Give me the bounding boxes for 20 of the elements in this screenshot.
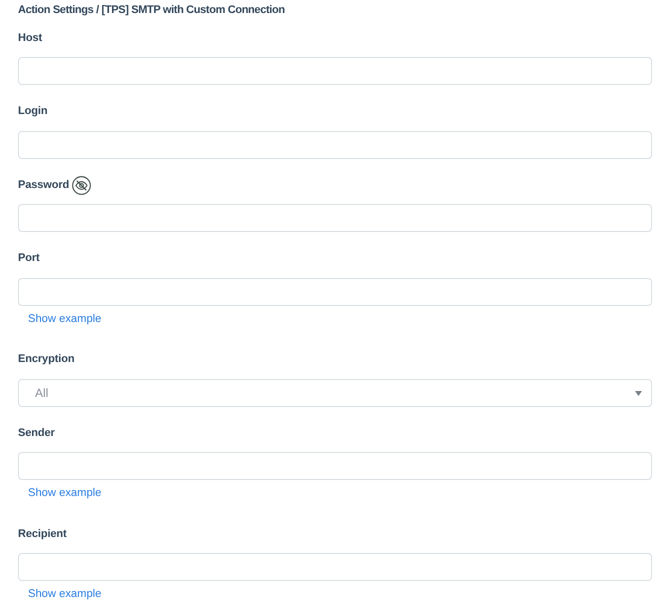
show-example-link[interactable]: Show example bbox=[28, 486, 102, 501]
field-label: Port bbox=[18, 251, 40, 266]
page-title: Action Settings / [TPS] SMTP with Custom Connection bbox=[18, 2, 285, 18]
show-example-link[interactable]: Show example bbox=[28, 587, 102, 602]
eye-slash-icon[interactable] bbox=[72, 176, 92, 194]
field-label: Login bbox=[18, 104, 48, 119]
caret-icon bbox=[635, 391, 642, 396]
text-field[interactable] bbox=[18, 278, 652, 306]
field-label: Recipient bbox=[18, 526, 67, 542]
dropdown-field[interactable]: All bbox=[18, 378, 652, 406]
field-label: Sender bbox=[18, 426, 55, 440]
show-example-link[interactable]: Show example bbox=[28, 312, 102, 326]
text-field[interactable] bbox=[18, 452, 652, 480]
field-label: Password bbox=[18, 178, 70, 192]
text-field[interactable] bbox=[18, 553, 652, 581]
text-field[interactable] bbox=[18, 57, 652, 85]
text-field[interactable] bbox=[18, 130, 652, 158]
password-field[interactable] bbox=[18, 204, 652, 232]
field-label: Host bbox=[18, 30, 42, 46]
field-label: Encryption bbox=[18, 352, 74, 367]
